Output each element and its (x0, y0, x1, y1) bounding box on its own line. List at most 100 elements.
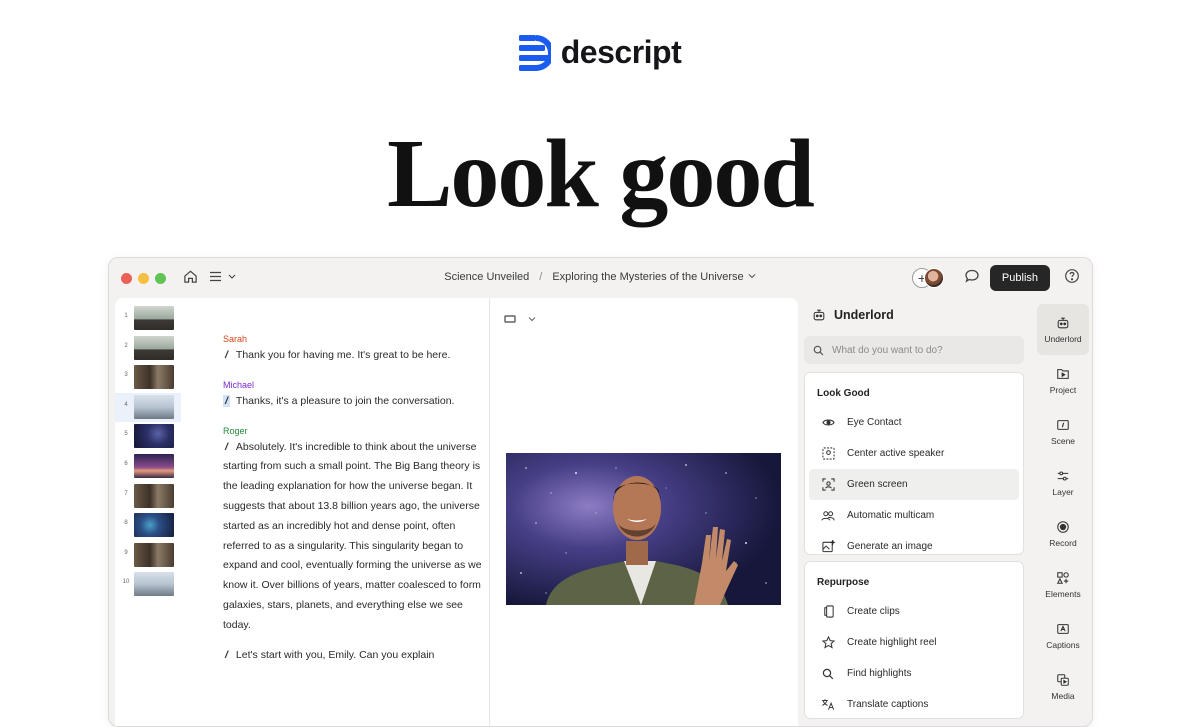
speaker-label[interactable]: Michael (223, 378, 483, 392)
menu-item-label: Create clips (847, 606, 900, 617)
scene-number: 5 (124, 431, 128, 438)
underlord-panel: Underlord Look Good Eye Contact Center a… (804, 298, 1029, 726)
green-screen-icon (821, 478, 835, 492)
star-icon (821, 636, 835, 650)
scene-number: 6 (124, 460, 128, 467)
scene-marker[interactable]: / (223, 649, 230, 661)
maximize-window-button[interactable] (155, 273, 166, 284)
menu-item-green-screen[interactable]: Green screen (809, 469, 1019, 500)
menu-item-create-clips[interactable]: Create clips (809, 596, 1019, 627)
scene-number: 8 (124, 520, 128, 527)
scene-thumbnail[interactable]: 9 (115, 541, 181, 571)
chevron-down-icon[interactable] (528, 316, 536, 322)
aspect-ratio-icon[interactable] (504, 314, 516, 324)
comment-icon[interactable] (964, 268, 980, 289)
breadcrumb-project[interactable]: Science Unveiled (444, 271, 529, 283)
menu-item-label: Find highlights (847, 668, 912, 679)
transcript-paragraph[interactable]: Thanks, it's a pleasure to join the conv… (236, 395, 455, 407)
app-window: Science Unveiled / Exploring the Mysteries… (108, 257, 1093, 727)
menu-item-translate-captions[interactable]: Translate captions (809, 689, 1019, 720)
menu-item-eye-contact[interactable]: Eye Contact (809, 407, 1019, 438)
underlord-header: Underlord (812, 308, 894, 322)
rail-scene[interactable]: Scene (1037, 406, 1089, 457)
menu-item-create-highlight-reel[interactable]: Create highlight reel (809, 627, 1019, 658)
search-icon (821, 667, 835, 681)
minimize-window-button[interactable] (138, 273, 149, 284)
scene-thumbnail[interactable]: 1 (115, 304, 181, 334)
scene-marker[interactable]: / (223, 441, 230, 453)
scene-image (134, 365, 174, 390)
search-icon (813, 345, 824, 355)
close-window-button[interactable] (121, 273, 132, 284)
underlord-search[interactable] (804, 336, 1024, 364)
menu-item-find-highlights[interactable]: Find highlights (809, 658, 1019, 689)
scene-image (134, 453, 174, 478)
card-title: Repurpose (817, 576, 870, 588)
robot-icon (813, 309, 825, 321)
scene-thumbnail[interactable]: 8 (115, 511, 181, 541)
scene-image (134, 542, 174, 567)
chevron-down-icon[interactable] (747, 272, 757, 280)
menu-item-center-active-speaker[interactable]: Center active speaker (809, 438, 1019, 469)
rail-label: Layer (1052, 486, 1074, 497)
scene-number: 9 (124, 549, 128, 556)
help-icon[interactable] (1064, 268, 1080, 289)
search-input[interactable] (832, 344, 1012, 356)
scene-thumbnail[interactable]: 2 (115, 334, 181, 364)
avatar[interactable] (923, 268, 944, 288)
transcript-paragraph[interactable]: Absolutely. It's incredible to think abo… (223, 441, 482, 631)
menu-item-automatic-multicam[interactable]: Automatic multicam (809, 500, 1019, 531)
scene-thumbnail[interactable]: 3 (115, 363, 181, 393)
scene-number: 1 (124, 313, 128, 319)
menu-item-label: Translate captions (847, 699, 929, 710)
scene-image (134, 394, 174, 419)
scene-marker[interactable]: / (223, 394, 230, 407)
scene-image (134, 335, 174, 360)
rail-label: Scene (1050, 435, 1076, 446)
rail-label: Media (1051, 690, 1075, 701)
menu-icon[interactable] (209, 269, 237, 289)
rail-record[interactable]: Record (1037, 508, 1089, 559)
menu-item-label: Center active speaker (847, 448, 945, 459)
rail-underlord[interactable]: Underlord (1037, 304, 1089, 355)
transcript[interactable]: Sarah / Thank you for having me. It's gre… (223, 328, 483, 667)
rail-elements[interactable]: Elements (1037, 559, 1089, 610)
scene-marker[interactable]: / (223, 349, 230, 361)
rail-label: Underlord (1044, 333, 1082, 344)
image-sparkle-icon (821, 540, 835, 554)
transcript-paragraph[interactable]: Let's start with you, Emily. Can you exp… (236, 649, 434, 661)
scene-image (134, 572, 174, 597)
speaker-label[interactable]: Roger (223, 424, 483, 438)
scene-thumbnail[interactable]: 5 (115, 422, 181, 452)
home-icon[interactable] (183, 269, 198, 289)
rail-captions[interactable]: Captions (1037, 610, 1089, 661)
breadcrumb-composition[interactable]: Exploring the Mysteries of the Universe (552, 271, 743, 283)
users-icon (821, 509, 835, 523)
transcript-paragraph[interactable]: Thank you for having me. It's great to b… (236, 349, 450, 361)
rail-project[interactable]: Project (1037, 355, 1089, 406)
menu-item-label: Automatic multicam (847, 510, 935, 521)
panel-divider[interactable] (489, 298, 490, 726)
scene-image (134, 513, 174, 538)
publish-button[interactable]: Publish (989, 265, 1050, 291)
scene-thumbnail-active[interactable]: 4 (115, 392, 181, 423)
robot-icon (1057, 317, 1069, 328)
scene-image (134, 424, 174, 449)
record-icon (1057, 520, 1069, 533)
aspect-ratio-control[interactable] (504, 314, 536, 324)
menu-item-generate-image[interactable]: Generate an image (809, 531, 1019, 562)
look-good-card: Look Good Eye Contact Center active spea… (804, 372, 1024, 555)
scene-number: 2 (124, 342, 128, 349)
scene-thumbnail[interactable]: 6 (115, 452, 181, 482)
descript-logo-icon (518, 34, 551, 71)
rail-label: Project (1049, 384, 1077, 395)
repurpose-card: Repurpose Create clips Create highlight … (804, 561, 1024, 719)
rail-media[interactable]: Media (1037, 661, 1089, 712)
video-preview[interactable] (506, 453, 781, 605)
scene-number: 10 (122, 579, 130, 586)
scene-thumbnails: 1 2 3 4 5 6 7 8 9 10 (115, 304, 181, 600)
scene-thumbnail[interactable]: 7 (115, 482, 181, 512)
scene-thumbnail[interactable]: 10 (115, 570, 181, 600)
speaker-label[interactable]: Sarah (223, 332, 483, 346)
rail-layer[interactable]: Layer (1037, 457, 1089, 508)
